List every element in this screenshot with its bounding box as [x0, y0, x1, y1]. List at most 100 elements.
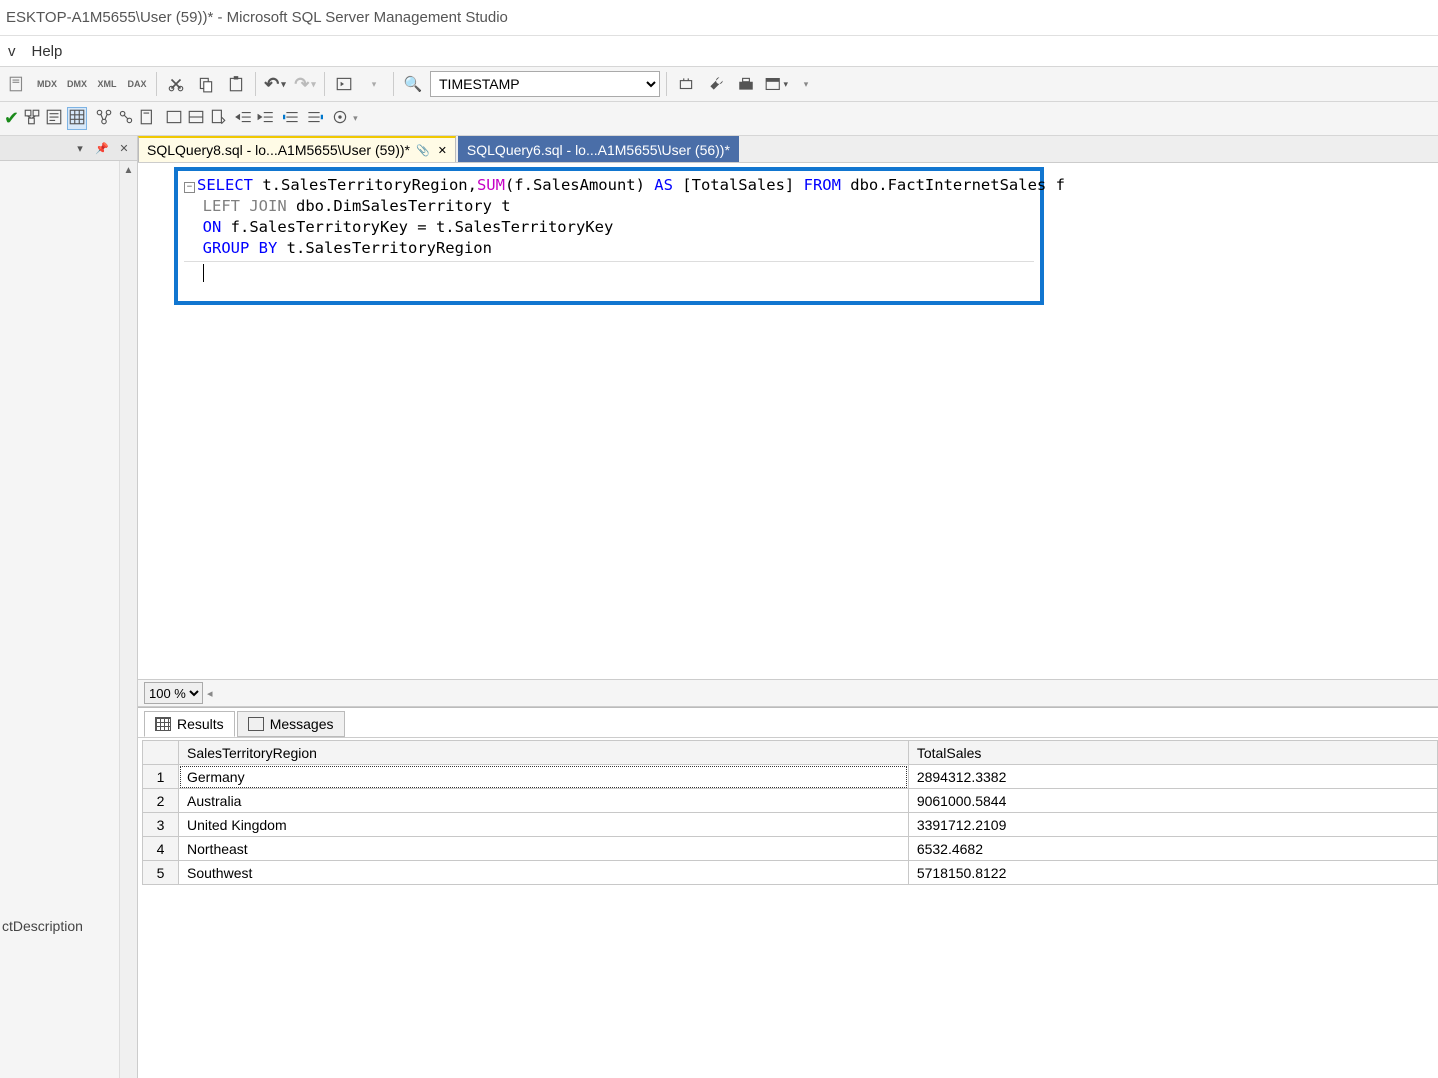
zoom-select[interactable]: 100 %: [144, 682, 203, 704]
outdent-icon[interactable]: [283, 108, 301, 129]
code-line-1: −SELECT t.SalesTerritoryRegion,SUM(f.Sal…: [184, 175, 1034, 196]
dax-icon[interactable]: DAX: [124, 71, 150, 97]
table-row[interactable]: 1 Germany 2894312.3382: [143, 765, 1438, 789]
menu-item-view[interactable]: v: [8, 43, 16, 60]
table-row[interactable]: 5 Southwest 5718150.8122: [143, 861, 1438, 885]
client-stats-icon[interactable]: [139, 108, 157, 129]
row-number: 2: [143, 789, 179, 813]
results-to-text-icon[interactable]: [45, 108, 63, 129]
messages-tab-label: Messages: [270, 716, 334, 732]
layout-dropdown-icon[interactable]: ▾: [763, 71, 789, 97]
panel-scrollbar[interactable]: ▲: [119, 161, 137, 1078]
main-toolbar: MDX DMX XML DAX ↶▾ ↷▾ ▾ 🔍 TIMESTAMP ▾ ▾: [0, 66, 1438, 102]
results-pane: Results Messages SalesTerritoryRegion To…: [138, 707, 1438, 1078]
table-row[interactable]: 2 Australia 9061000.5844: [143, 789, 1438, 813]
editor-zone: SQLQuery8.sql - lo...A1M5655\User (59))*…: [138, 136, 1438, 1078]
messages-icon: [248, 717, 264, 731]
xmla-icon[interactable]: XML: [94, 71, 120, 97]
cell-total[interactable]: 5718150.8122: [908, 861, 1437, 885]
panel-dropdown-icon[interactable]: ▾: [71, 139, 89, 157]
row-number: 4: [143, 837, 179, 861]
menu-bar: v Help: [0, 36, 1438, 66]
specify-values-icon[interactable]: [331, 108, 349, 129]
fold-icon[interactable]: −: [184, 182, 195, 193]
undo-button[interactable]: ↶▾: [262, 71, 288, 97]
highlight-frame: −SELECT t.SalesTerritoryRegion,SUM(f.Sal…: [174, 167, 1044, 305]
tab-label: SQLQuery8.sql - lo...A1M5655\User (59))*: [147, 142, 410, 158]
editor-empty-area[interactable]: [138, 309, 1438, 679]
grid-icon: [155, 717, 171, 731]
wrench-icon[interactable]: [703, 71, 729, 97]
tab-close-icon[interactable]: ✕: [438, 144, 447, 157]
main-area: ▾ 📌 ✕ ▲ ctDescription SQLQuery8.sql - lo…: [0, 136, 1438, 1078]
tab-label: SQLQuery6.sql - lo...A1M5655\User (56))*: [467, 142, 730, 158]
cell-total[interactable]: 9061000.5844: [908, 789, 1437, 813]
cut-icon[interactable]: [163, 71, 189, 97]
tab-pin-icon[interactable]: 📎: [416, 144, 430, 157]
cell-region[interactable]: Northeast: [179, 837, 909, 861]
results-grid[interactable]: SalesTerritoryRegion TotalSales 1 German…: [142, 740, 1438, 885]
row-number: 5: [143, 861, 179, 885]
tab-sqlquery6[interactable]: SQLQuery6.sql - lo...A1M5655\User (56))*: [458, 136, 739, 162]
row-number: 1: [143, 765, 179, 789]
results-tabs: Results Messages: [138, 708, 1438, 738]
results-to-grid-icon[interactable]: [67, 107, 87, 130]
cell-region[interactable]: United Kingdom: [179, 813, 909, 837]
paste-icon[interactable]: [223, 71, 249, 97]
window-title: ESKTOP-A1M5655\User (59))* - Microsoft S…: [6, 9, 508, 26]
decrease-indent-icon[interactable]: [235, 108, 253, 129]
debug-icon[interactable]: [673, 71, 699, 97]
text-cursor: [203, 264, 204, 282]
overflow-icon-2[interactable]: ▾: [353, 113, 358, 124]
live-stats-icon[interactable]: [117, 108, 135, 129]
execution-plan-icon[interactable]: [23, 108, 41, 129]
dmx-icon[interactable]: DMX: [64, 71, 90, 97]
comment-icon[interactable]: [165, 108, 183, 129]
col-header-total[interactable]: TotalSales: [908, 741, 1437, 765]
results-file-icon[interactable]: [209, 108, 227, 129]
results-tab[interactable]: Results: [144, 711, 235, 737]
dropdown-icon[interactable]: ▾: [361, 71, 387, 97]
code-line-4: GROUP BY t.SalesTerritoryRegion: [184, 238, 1034, 259]
cell-total[interactable]: 2894312.3382: [908, 765, 1437, 789]
overflow-icon[interactable]: ▾: [793, 71, 819, 97]
tab-sqlquery8[interactable]: SQLQuery8.sql - lo...A1M5655\User (59))*…: [138, 136, 456, 162]
code-line-5: [184, 262, 1034, 283]
toolbox-icon[interactable]: [733, 71, 759, 97]
combo-timestamp[interactable]: TIMESTAMP: [430, 71, 660, 97]
menu-item-help[interactable]: Help: [32, 43, 63, 60]
rownum-header: [143, 741, 179, 765]
new-query-icon[interactable]: [4, 71, 30, 97]
code-line-2: LEFT JOIN dbo.DimSalesTerritory t: [184, 196, 1034, 217]
panel-pin-icon[interactable]: 📌: [93, 139, 111, 157]
col-header-region[interactable]: SalesTerritoryRegion: [179, 741, 909, 765]
cell-region[interactable]: Australia: [179, 789, 909, 813]
cell-total[interactable]: 6532.4682: [908, 837, 1437, 861]
copy-icon[interactable]: [193, 71, 219, 97]
table-row[interactable]: 3 United Kingdom 3391712.2109: [143, 813, 1438, 837]
parse-icon[interactable]: ✔: [4, 108, 19, 129]
sql-toolbar: ✔ ▾: [0, 102, 1438, 136]
document-tabs: SQLQuery8.sql - lo...A1M5655\User (59))*…: [138, 136, 1438, 163]
uncomment-icon[interactable]: [187, 108, 205, 129]
find-icon[interactable]: 🔍: [400, 71, 426, 97]
cell-region[interactable]: Germany: [179, 765, 909, 789]
redo-button[interactable]: ↷▾: [292, 71, 318, 97]
indent-icon[interactable]: [305, 108, 323, 129]
scroll-left-icon[interactable]: ◂: [207, 687, 213, 700]
scroll-up-icon[interactable]: ▲: [124, 161, 134, 179]
title-bar: ESKTOP-A1M5655\User (59))* - Microsoft S…: [0, 0, 1438, 36]
row-number: 3: [143, 813, 179, 837]
panel-close-icon[interactable]: ✕: [115, 139, 133, 157]
object-explorer-item[interactable]: ctDescription: [0, 914, 85, 938]
include-plan-icon[interactable]: [95, 108, 113, 129]
execute-icon[interactable]: [331, 71, 357, 97]
table-row[interactable]: 4 Northeast 6532.4682: [143, 837, 1438, 861]
panel-header: ▾ 📌 ✕: [0, 136, 137, 161]
cell-total[interactable]: 3391712.2109: [908, 813, 1437, 837]
mdx-icon[interactable]: MDX: [34, 71, 60, 97]
sql-editor[interactable]: −SELECT t.SalesTerritoryRegion,SUM(f.Sal…: [138, 163, 1438, 309]
increase-indent-icon[interactable]: [257, 108, 275, 129]
messages-tab[interactable]: Messages: [237, 711, 345, 737]
cell-region[interactable]: Southwest: [179, 861, 909, 885]
